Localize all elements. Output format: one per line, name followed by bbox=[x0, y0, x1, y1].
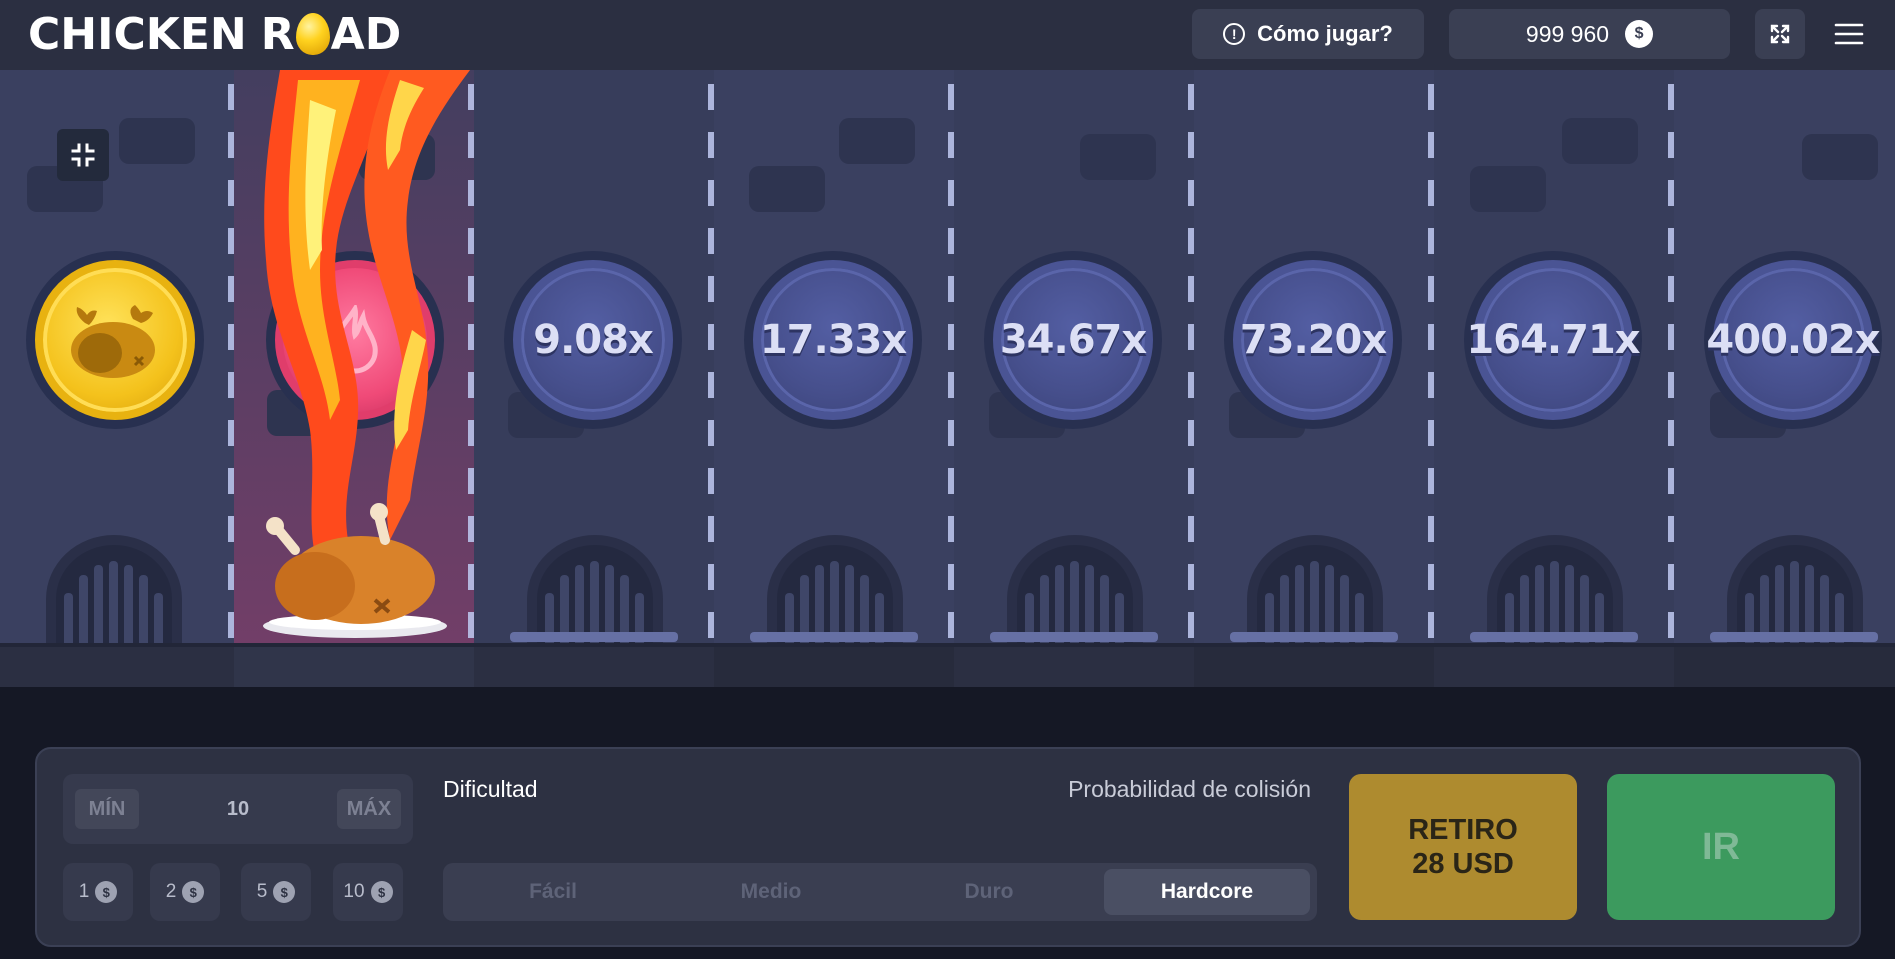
wall-brick bbox=[749, 166, 825, 212]
collapse-icon bbox=[71, 143, 95, 167]
tab-hardcore[interactable]: Hardcore bbox=[1104, 869, 1310, 915]
dollar-coin-icon: $ bbox=[95, 881, 118, 903]
passed-coin-gold bbox=[26, 251, 204, 429]
curb bbox=[750, 632, 918, 642]
how-to-play-label: Cómo jugar? bbox=[1257, 21, 1393, 46]
multiplier-label: 73.20x bbox=[1239, 317, 1387, 363]
multiplier-coin: 73.20x bbox=[1224, 251, 1402, 429]
difficulty-label: Dificultad bbox=[443, 776, 538, 802]
chip-value: 5 bbox=[256, 881, 268, 902]
road-segment bbox=[1674, 647, 1895, 687]
egg-icon bbox=[295, 13, 330, 55]
sewer-grate-icon bbox=[46, 535, 182, 647]
wall-brick bbox=[119, 118, 195, 164]
info-icon: ! bbox=[1223, 23, 1246, 45]
sewer-grate-icon bbox=[1247, 535, 1383, 647]
bet-control-panel: MÍN 10 MÁX 1 $ 2 $ 5 $ 10 $ Dificultad P… bbox=[35, 747, 1861, 947]
lane-divider bbox=[708, 84, 714, 647]
balance-value: 999 960 bbox=[1525, 20, 1610, 47]
tab-facil[interactable]: Fácil bbox=[450, 869, 656, 915]
go-button[interactable]: IR bbox=[1607, 774, 1835, 920]
curb bbox=[1470, 632, 1638, 642]
curb bbox=[990, 632, 1158, 642]
tab-medio[interactable]: Medio bbox=[668, 869, 874, 915]
dollar-coin-icon: $ bbox=[1625, 20, 1654, 48]
wall-brick bbox=[839, 118, 915, 164]
exit-fullscreen-button[interactable] bbox=[57, 129, 109, 181]
quick-bet-chip[interactable]: 1 $ bbox=[63, 863, 133, 921]
multiplier-label: 9.08x bbox=[533, 317, 653, 363]
quick-bet-chip[interactable]: 10 $ bbox=[333, 863, 403, 921]
chicken-road-app: CHICKEN R AD ! Cómo jugar? 999 960 $ 9.0… bbox=[0, 0, 1895, 959]
lane-divider bbox=[228, 84, 234, 647]
how-to-play-button[interactable]: ! Cómo jugar? bbox=[1192, 9, 1424, 59]
curb bbox=[510, 632, 678, 642]
menu-button[interactable] bbox=[1828, 9, 1870, 59]
curb bbox=[1710, 632, 1878, 642]
lane-divider bbox=[1668, 84, 1674, 647]
expand-icon bbox=[1770, 24, 1790, 44]
hamburger-menu-icon bbox=[1834, 23, 1864, 45]
sewer-grate-icon bbox=[767, 535, 903, 647]
dollar-coin-icon: $ bbox=[273, 881, 296, 903]
roasted-chicken-icon bbox=[71, 305, 155, 378]
dollar-coin-icon: $ bbox=[370, 881, 393, 903]
chip-value: 10 bbox=[343, 881, 365, 902]
cashout-button[interactable]: RETIRO 28 USD bbox=[1349, 774, 1577, 920]
chip-value: 2 bbox=[165, 881, 177, 902]
lane-divider bbox=[1428, 84, 1434, 647]
curb bbox=[1230, 632, 1398, 642]
road-segment bbox=[234, 647, 474, 687]
collision-probability-label: Probabilidad de colisión bbox=[1068, 776, 1311, 802]
multiplier-coin: 34.67x bbox=[984, 251, 1162, 429]
multiplier-label: 400.02x bbox=[1706, 317, 1880, 363]
top-bar: CHICKEN R AD ! Cómo jugar? 999 960 $ bbox=[0, 0, 1895, 70]
wall-brick bbox=[1562, 118, 1638, 164]
road-segment bbox=[714, 647, 954, 687]
logo-letter-r: R bbox=[260, 8, 295, 60]
balance-display: 999 960 $ bbox=[1449, 9, 1730, 59]
logo-letters-ad: AD bbox=[330, 8, 402, 60]
max-bet-button[interactable]: MÁX bbox=[337, 789, 401, 829]
bet-amount-box: MÍN 10 MÁX bbox=[63, 774, 413, 844]
dollar-coin-icon: $ bbox=[182, 881, 205, 903]
sewer-grate-icon bbox=[527, 535, 663, 647]
roasted-chicken-icon bbox=[263, 503, 447, 638]
chip-value: 1 bbox=[78, 881, 90, 902]
wall-brick bbox=[1080, 134, 1156, 180]
game-logo: CHICKEN R AD bbox=[28, 8, 402, 60]
cashout-label: RETIRO bbox=[1408, 814, 1518, 846]
wall-brick bbox=[1802, 134, 1878, 180]
sewer-grate-icon bbox=[1487, 535, 1623, 647]
multiplier-label: 34.67x bbox=[999, 317, 1147, 363]
sewer-grate-icon bbox=[1007, 535, 1143, 647]
fullscreen-button[interactable] bbox=[1755, 9, 1805, 59]
multiplier-label: 164.71x bbox=[1466, 317, 1640, 363]
road-segment bbox=[1194, 647, 1434, 687]
quick-bet-chip[interactable]: 2 $ bbox=[150, 863, 220, 921]
multiplier-coin: 9.08x bbox=[504, 251, 682, 429]
cashout-amount: 28 USD bbox=[1412, 848, 1514, 880]
difficulty-selector: Fácil Medio Duro Hardcore bbox=[443, 863, 1317, 921]
wall-brick bbox=[1470, 166, 1546, 212]
multiplier-coin: 17.33x bbox=[744, 251, 922, 429]
lane-divider bbox=[1188, 84, 1194, 647]
multiplier-label: 17.33x bbox=[759, 317, 907, 363]
multiplier-coin: 400.02x bbox=[1704, 251, 1882, 429]
lane-divider bbox=[948, 84, 954, 647]
sewer-grate-icon bbox=[1727, 535, 1863, 647]
logo-word-chicken: CHICKEN bbox=[28, 8, 247, 60]
quick-bet-chip[interactable]: 5 $ bbox=[241, 863, 311, 921]
multiplier-coin: 164.71x bbox=[1464, 251, 1642, 429]
tab-duro[interactable]: Duro bbox=[886, 869, 1092, 915]
road-strip bbox=[0, 647, 1895, 687]
